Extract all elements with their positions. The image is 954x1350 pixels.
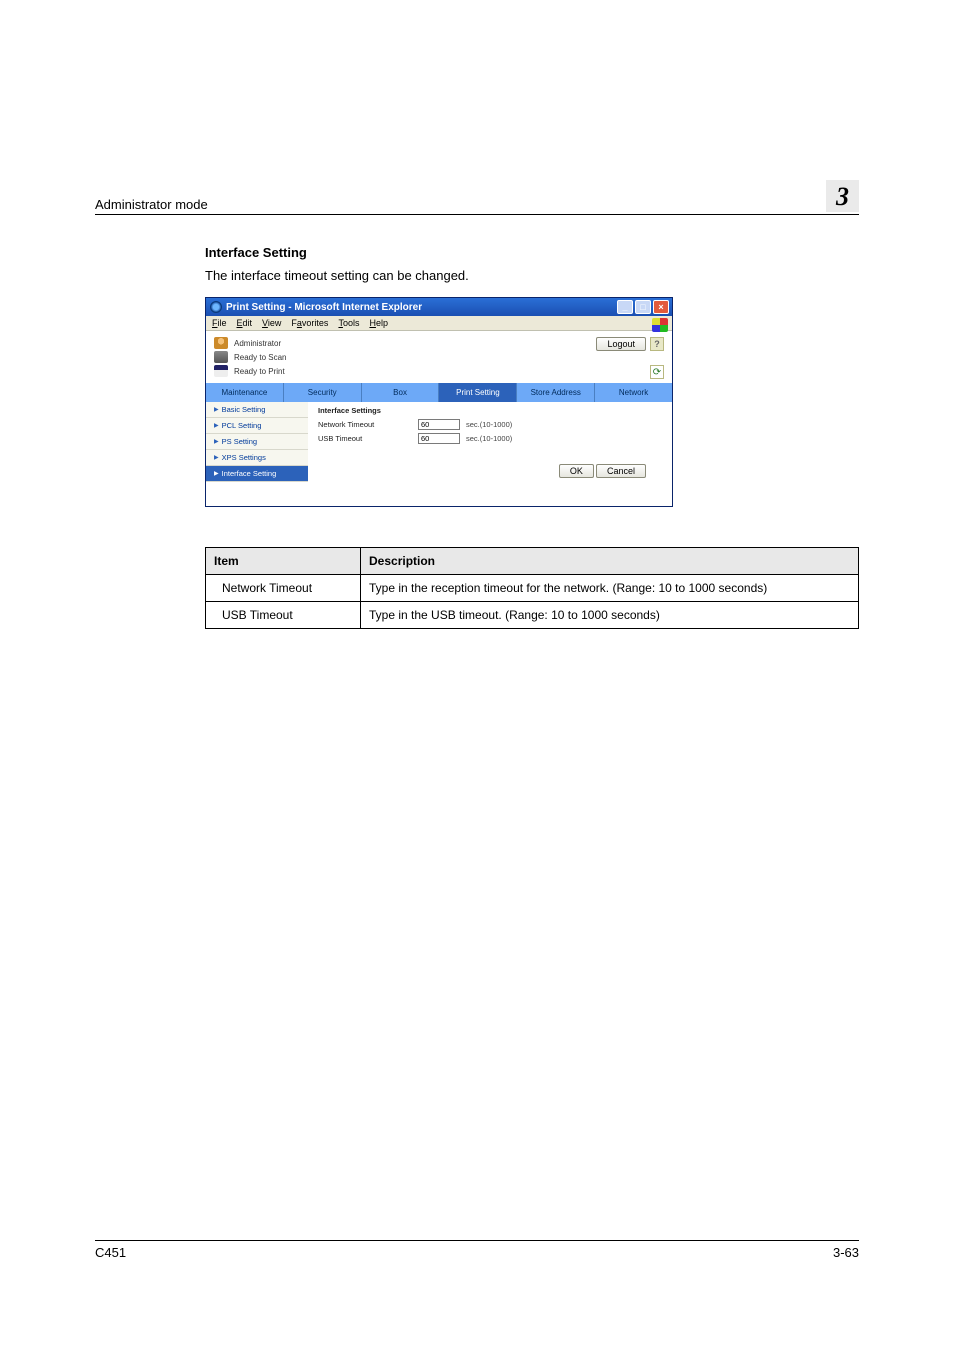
status-print: Ready to Print xyxy=(234,367,285,376)
help-button[interactable]: ? xyxy=(650,337,664,351)
menubar: File Edit View Favorites Tools Help xyxy=(206,316,672,331)
table-head-desc: Description xyxy=(361,548,859,575)
status-scan: Ready to Scan xyxy=(234,353,286,362)
label-network-timeout: Network Timeout xyxy=(318,420,418,429)
menu-tools[interactable]: Tools xyxy=(338,318,359,328)
tab-print-setting[interactable]: Print Setting xyxy=(439,383,517,402)
tab-store-address[interactable]: Store Address xyxy=(517,383,595,402)
cell-desc: Type in the reception timeout for the ne… xyxy=(361,575,859,602)
sidebar: ▶Basic Setting ▶PCL Setting ▶PS Setting … xyxy=(206,402,308,488)
footer-left: C451 xyxy=(95,1245,126,1260)
browser-window: Print Setting - Microsoft Internet Explo… xyxy=(205,297,673,507)
titlebar: Print Setting - Microsoft Internet Explo… xyxy=(206,298,672,316)
sidebar-item-basic[interactable]: ▶Basic Setting xyxy=(206,402,308,418)
tab-box[interactable]: Box xyxy=(362,383,440,402)
ok-button[interactable]: OK xyxy=(559,464,594,478)
menu-edit[interactable]: Edit xyxy=(237,318,253,328)
section-intro: The interface timeout setting can be cha… xyxy=(205,268,859,283)
chapter-label: Administrator mode xyxy=(95,197,208,212)
menu-help[interactable]: Help xyxy=(369,318,388,328)
unit-network-timeout: sec.(10-1000) xyxy=(466,420,512,429)
menu-view[interactable]: View xyxy=(262,318,281,328)
section-title: Interface Setting xyxy=(205,245,859,260)
footer-right: 3-63 xyxy=(833,1245,859,1260)
chapter-number: 3 xyxy=(826,180,859,212)
table-row: Network Timeout Type in the reception ti… xyxy=(206,575,859,602)
cell-item: USB Timeout xyxy=(206,602,361,629)
table-row: USB Timeout Type in the USB timeout. (Ra… xyxy=(206,602,859,629)
minimize-button[interactable]: _ xyxy=(617,300,633,314)
menu-favorites[interactable]: Favorites xyxy=(291,318,328,328)
form-title: Interface Settings xyxy=(318,406,664,415)
unit-usb-timeout: sec.(10-1000) xyxy=(466,434,512,443)
tabs: Maintenance Security Box Print Setting S… xyxy=(206,383,672,402)
tab-maintenance[interactable]: Maintenance xyxy=(206,383,284,402)
sidebar-item-xps[interactable]: ▶XPS Settings xyxy=(206,450,308,466)
sidebar-item-interface[interactable]: ▶Interface Setting xyxy=(206,466,308,482)
maximize-button[interactable]: □ xyxy=(635,300,651,314)
printer-icon xyxy=(214,365,228,377)
administrator-icon xyxy=(214,337,228,349)
cell-desc: Type in the USB timeout. (Range: 10 to 1… xyxy=(361,602,859,629)
menu-file[interactable]: File xyxy=(212,318,227,328)
table-head-item: Item xyxy=(206,548,361,575)
input-usb-timeout[interactable] xyxy=(418,433,460,444)
logout-button[interactable]: Logout xyxy=(596,337,646,351)
scanner-icon xyxy=(214,351,228,363)
ie-icon xyxy=(210,301,222,313)
refresh-button[interactable]: ⟳ xyxy=(650,365,664,379)
label-usb-timeout: USB Timeout xyxy=(318,434,418,443)
tab-network[interactable]: Network xyxy=(595,383,672,402)
admin-label: Administrator xyxy=(234,339,281,348)
tab-security[interactable]: Security xyxy=(284,383,362,402)
sidebar-item-ps[interactable]: ▶PS Setting xyxy=(206,434,308,450)
description-table: Item Description Network Timeout Type in… xyxy=(205,547,859,629)
window-title: Print Setting - Microsoft Internet Explo… xyxy=(226,302,422,313)
close-button[interactable]: × xyxy=(653,300,669,314)
cell-item: Network Timeout xyxy=(206,575,361,602)
cancel-button[interactable]: Cancel xyxy=(596,464,646,478)
sidebar-item-pcl[interactable]: ▶PCL Setting xyxy=(206,418,308,434)
windows-flag-icon xyxy=(652,318,668,332)
input-network-timeout[interactable] xyxy=(418,419,460,430)
